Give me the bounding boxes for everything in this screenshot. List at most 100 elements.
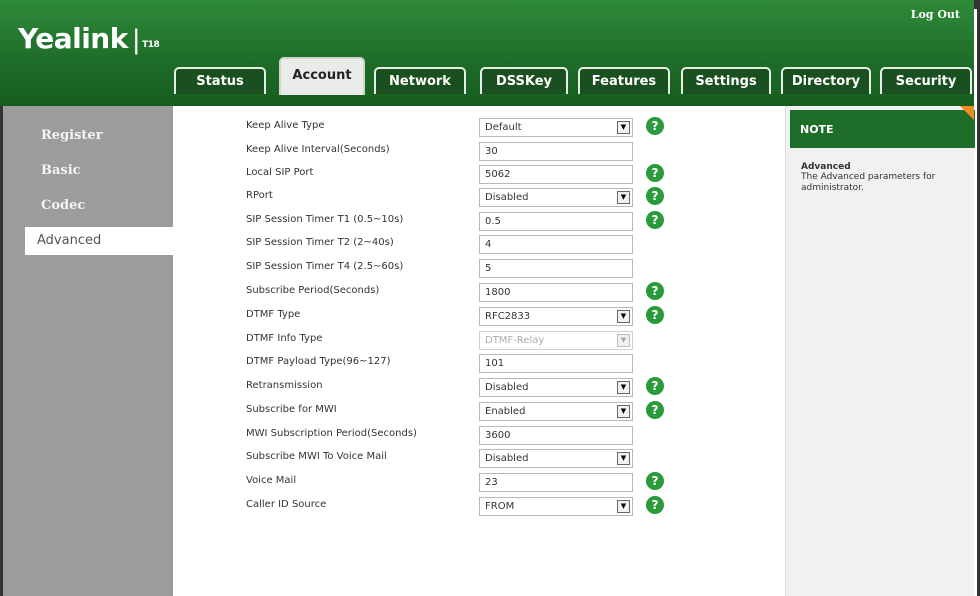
field-value: Disabled: [485, 382, 529, 393]
form-row: Keep Alive Interval(Seconds) 30: [173, 141, 785, 163]
field-label: Local SIP Port: [246, 167, 314, 178]
note-text: The Advanced parameters for administrato…: [801, 172, 936, 193]
dropdown-arrow-icon[interactable]: ▼: [617, 191, 630, 204]
field-value: 101: [485, 358, 505, 369]
field-value: 23: [485, 477, 498, 488]
text-field[interactable]: 1800: [479, 283, 633, 302]
help-icon[interactable]: ?: [646, 164, 664, 182]
tab-settings[interactable]: Settings: [681, 67, 771, 94]
field-value: 4: [485, 239, 492, 250]
field-label: Voice Mail: [246, 475, 297, 486]
dropdown-arrow-icon[interactable]: ▼: [617, 405, 630, 418]
help-icon[interactable]: ?: [646, 472, 664, 490]
select-field[interactable]: Disabled ▼: [479, 378, 633, 397]
dropdown-arrow-icon[interactable]: ▼: [617, 452, 630, 465]
dropdown-arrow-icon[interactable]: ▼: [617, 381, 630, 394]
tab-network[interactable]: Network: [374, 67, 466, 94]
help-icon[interactable]: ?: [646, 496, 664, 514]
field-label: Caller ID Source: [246, 499, 327, 510]
dropdown-arrow-icon[interactable]: ▼: [617, 500, 630, 513]
field-label: SIP Session Timer T4 (2.5~60s): [246, 261, 404, 272]
tab-dsskey[interactable]: DSSKey: [480, 67, 568, 94]
field-value: 0.5: [485, 216, 501, 227]
field-value: Disabled: [485, 453, 529, 464]
form-row: RPort Disabled ▼?: [173, 187, 785, 209]
form-row: Caller ID Source FROM ▼?: [173, 496, 785, 518]
field-label: Keep Alive Type: [246, 120, 325, 131]
settings-form: Keep Alive Type Default ▼? Keep Alive Inter…: [173, 106, 785, 596]
field-label: RPort: [246, 190, 273, 201]
field-label: SIP Session Timer T2 (2~40s): [246, 237, 394, 248]
form-row: Retransmission Disabled ▼?: [173, 377, 785, 399]
form-row: DTMF Info Type DTMF-Relay ▼: [173, 330, 785, 352]
select-field[interactable]: Enabled ▼: [479, 402, 633, 421]
select-field[interactable]: FROM ▼: [479, 497, 633, 516]
text-field[interactable]: 101: [479, 354, 633, 373]
text-field[interactable]: 30: [479, 142, 633, 161]
form-row: Keep Alive Type Default ▼?: [173, 117, 785, 139]
tab-status[interactable]: Status: [174, 67, 266, 94]
field-label: SIP Session Timer T1 (0.5~10s): [246, 214, 404, 225]
help-icon[interactable]: ?: [646, 187, 664, 205]
field-value: Default: [485, 122, 522, 133]
field-value: 5062: [485, 169, 511, 180]
help-icon[interactable]: ?: [646, 282, 664, 300]
field-value: FROM: [485, 501, 515, 512]
select-field[interactable]: RFC2833 ▼: [479, 307, 633, 326]
tab-features[interactable]: Features: [578, 67, 670, 94]
field-label: Retransmission: [246, 380, 323, 391]
text-field[interactable]: 5: [479, 259, 633, 278]
form-row: DTMF Payload Type(96~127) 101: [173, 353, 785, 375]
field-label: Subscribe Period(Seconds): [246, 285, 380, 296]
select-field[interactable]: Disabled ▼: [479, 188, 633, 207]
text-field[interactable]: 5062: [479, 165, 633, 184]
form-row: SIP Session Timer T2 (2~40s) 4: [173, 234, 785, 256]
form-row: SIP Session Timer T4 (2.5~60s) 5: [173, 258, 785, 280]
field-value: RFC2833: [485, 311, 531, 322]
field-label: Subscribe for MWI: [246, 404, 337, 415]
tab-directory[interactable]: Directory: [781, 67, 871, 94]
text-field[interactable]: 4: [479, 235, 633, 254]
field-value: Disabled: [485, 192, 529, 203]
sidebar-item-codec[interactable]: Codec: [3, 192, 173, 220]
note-panel: NOTE Advanced The Advanced parameters fo…: [785, 106, 975, 596]
help-icon[interactable]: ?: [646, 401, 664, 419]
field-label: MWI Subscription Period(Seconds): [246, 428, 417, 439]
note-heading: NOTE: [790, 110, 975, 148]
text-field[interactable]: 0.5: [479, 212, 633, 231]
field-value: 1800: [485, 287, 511, 298]
tab-security[interactable]: Security: [880, 67, 972, 94]
note-title: Advanced: [801, 162, 851, 172]
form-row: MWI Subscription Period(Seconds) 3600: [173, 425, 785, 447]
text-field[interactable]: 23: [479, 473, 633, 492]
select-field[interactable]: Default ▼: [479, 118, 633, 137]
logo-separator: |: [131, 25, 141, 55]
select-field[interactable]: Disabled ▼: [479, 449, 633, 468]
sidebar-item-advanced[interactable]: Advanced: [25, 227, 173, 255]
help-icon[interactable]: ?: [646, 306, 664, 324]
dropdown-arrow-icon[interactable]: ▼: [617, 310, 630, 323]
sidebar-item-basic[interactable]: Basic: [3, 157, 173, 185]
field-label: Keep Alive Interval(Seconds): [246, 144, 390, 155]
form-row: Subscribe for MWI Enabled ▼?: [173, 401, 785, 423]
form-row: Subscribe MWI To Voice Mail Disabled ▼: [173, 448, 785, 470]
field-label: DTMF Payload Type(96~127): [246, 356, 391, 367]
field-label: Subscribe MWI To Voice Mail: [246, 451, 387, 462]
form-row: SIP Session Timer T1 (0.5~10s) 0.5?: [173, 211, 785, 233]
help-icon[interactable]: ?: [646, 211, 664, 229]
model-label: T18: [142, 40, 160, 50]
field-value: 5: [485, 263, 492, 274]
help-icon[interactable]: ?: [646, 377, 664, 395]
logout-link[interactable]: Log Out: [911, 8, 960, 21]
form-row: Local SIP Port 5062?: [173, 164, 785, 186]
dropdown-arrow-icon[interactable]: ▼: [617, 121, 630, 134]
form-row: Voice Mail 23?: [173, 472, 785, 494]
text-field[interactable]: 3600: [479, 426, 633, 445]
dropdown-arrow-icon: ▼: [617, 334, 630, 347]
header-bar: Yealink | T18 Log Out Status Account Netwo…: [0, 0, 974, 106]
field-value: DTMF-Relay: [485, 335, 545, 346]
help-icon[interactable]: ?: [646, 117, 664, 135]
form-row: DTMF Type RFC2833 ▼?: [173, 306, 785, 328]
tab-account[interactable]: Account: [279, 57, 365, 95]
sidebar-item-register[interactable]: Register: [3, 122, 173, 150]
